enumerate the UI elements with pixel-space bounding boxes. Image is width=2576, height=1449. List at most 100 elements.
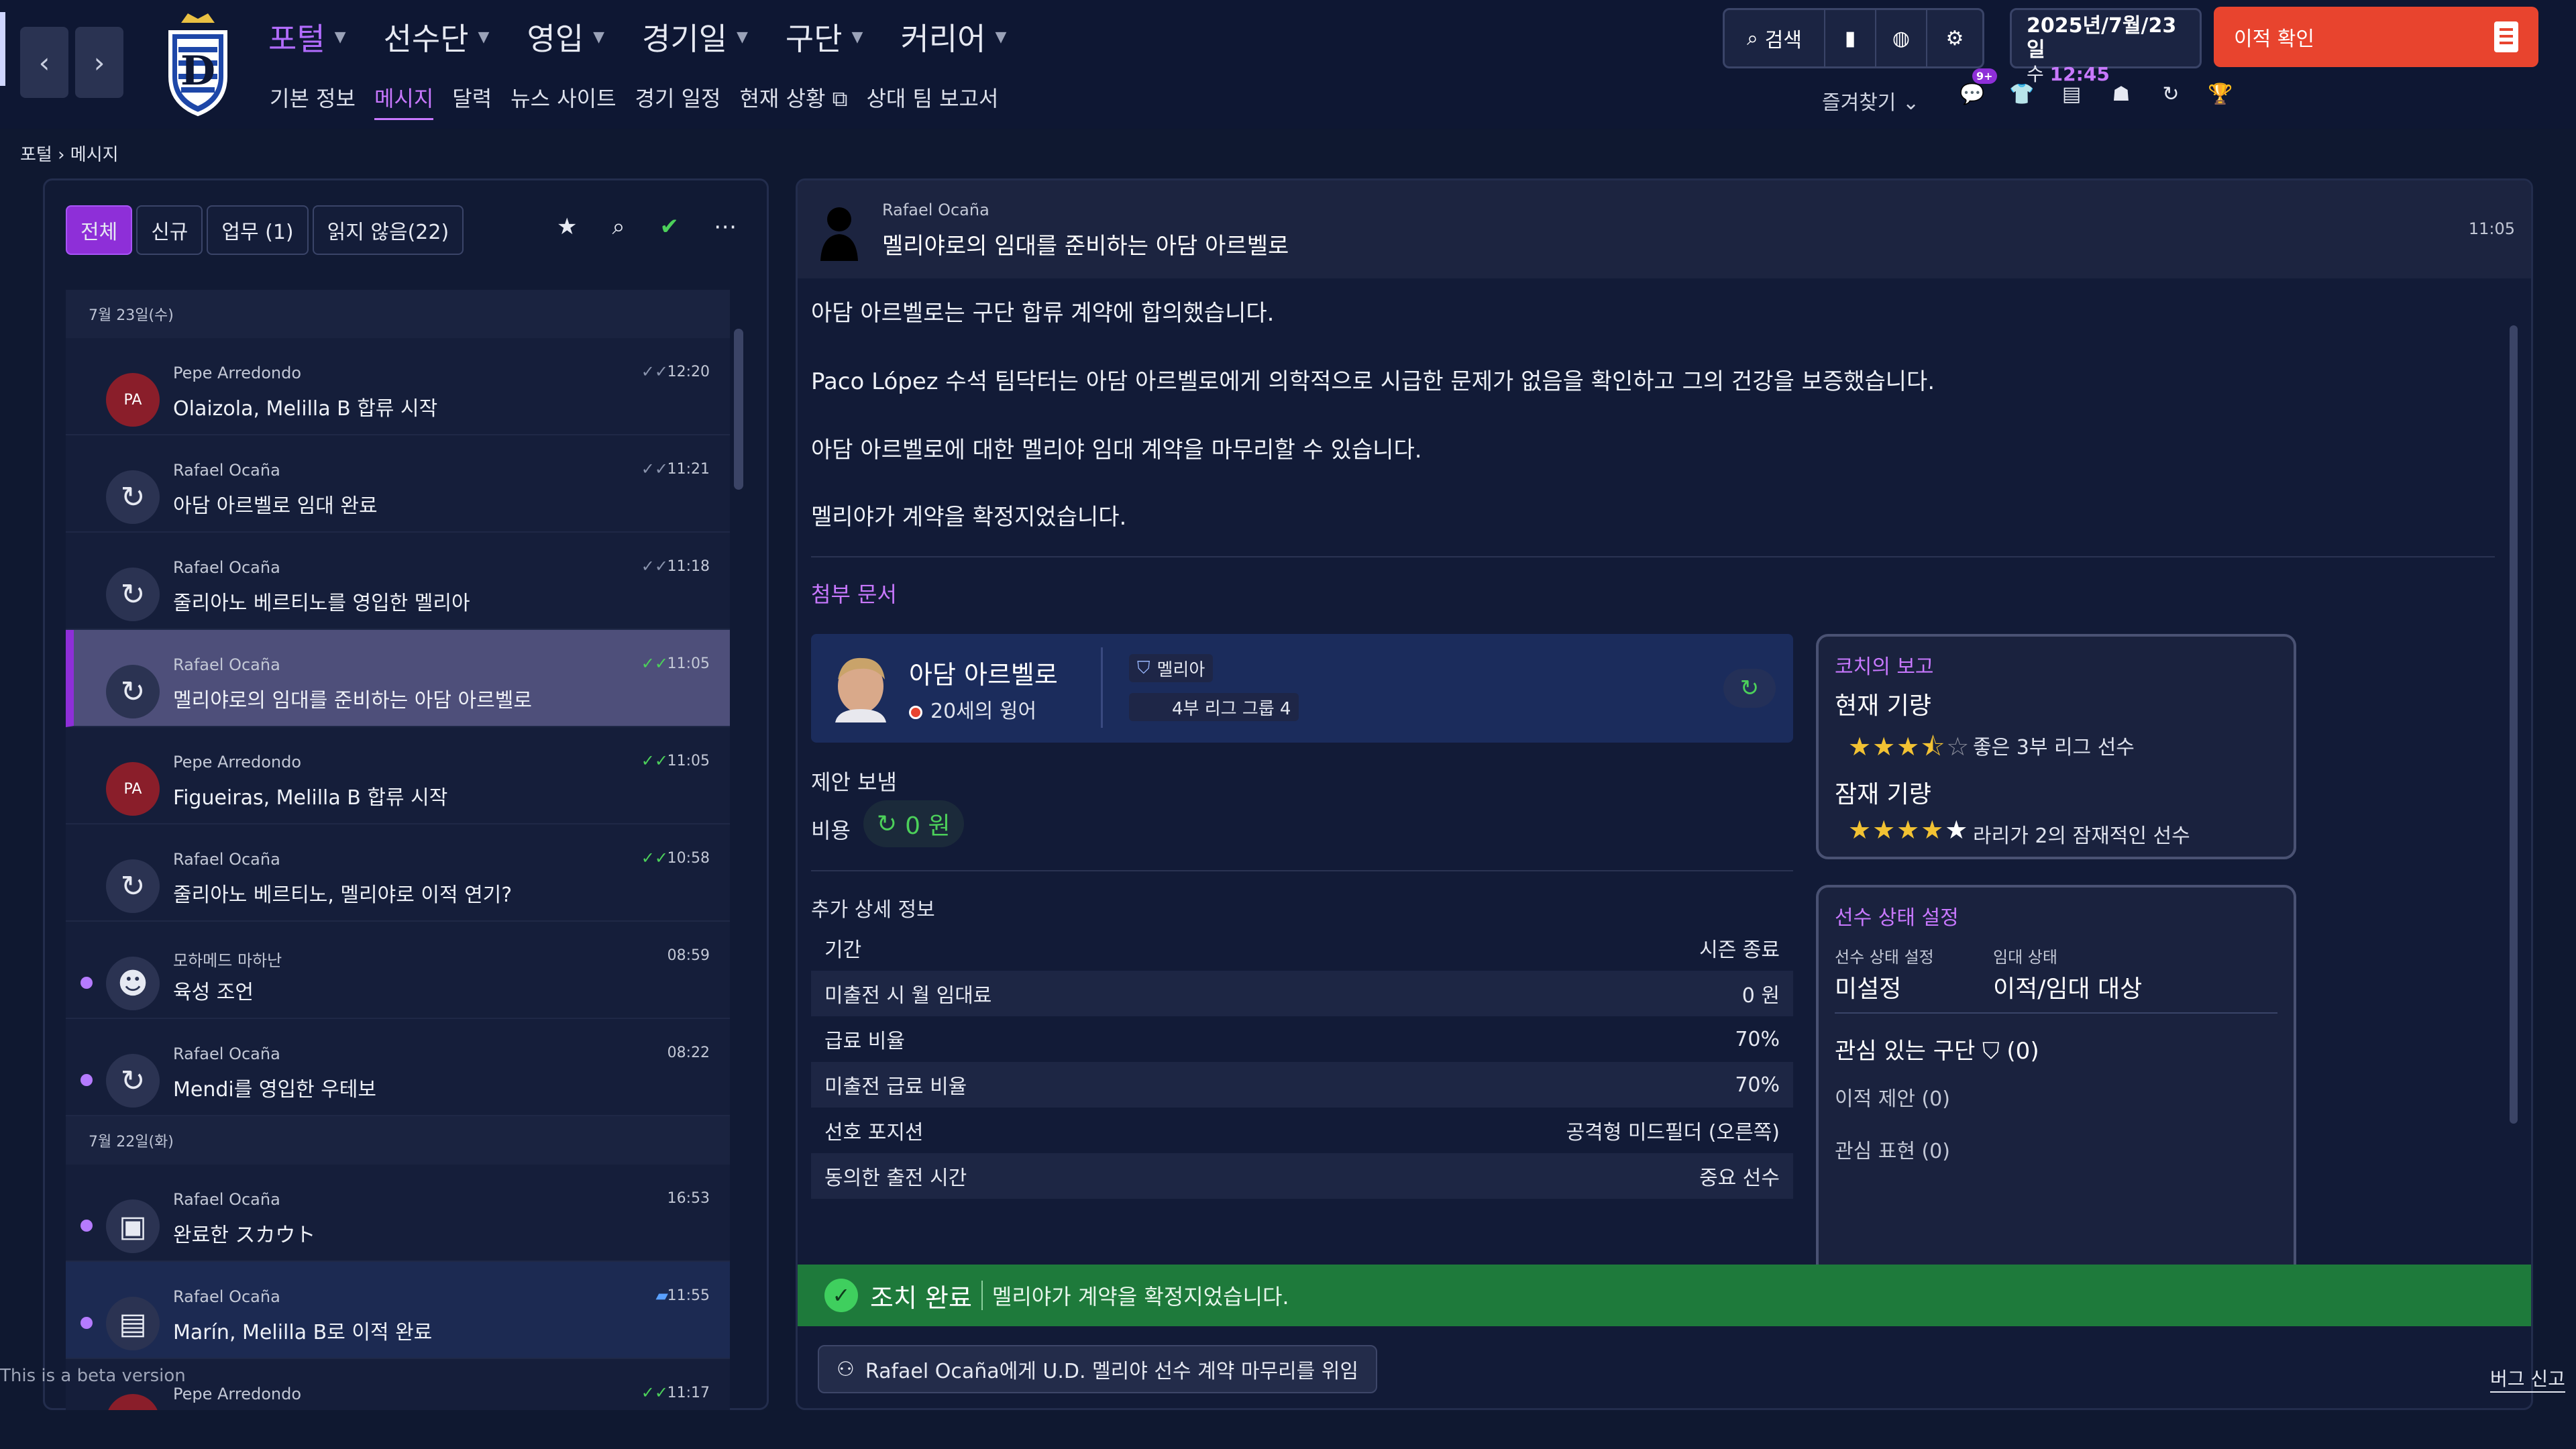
- document-icon: [2494, 21, 2518, 52]
- coach-report: 코치의 보고 현재 기량 ★★★⯪☆ 좋은 3부 리그 선수 잠재 기량 ★★★…: [1816, 634, 2296, 859]
- menu-squad[interactable]: 선수단 ▼: [384, 15, 490, 59]
- done-check-icon: ✓✓: [641, 849, 668, 867]
- current-ability-desc: 좋은 3부 리그 선수: [1973, 736, 2135, 759]
- submenu-status[interactable]: 현재 상황 ⧉: [739, 82, 847, 120]
- delegate-button[interactable]: ⚇ Rafael Ocaña에게 U.D. 멜리야 선수 계약 마무리를 위임: [818, 1345, 1377, 1393]
- submenu-fixtures[interactable]: 경기 일정: [635, 82, 721, 120]
- potential-ability-label: 잠재 기량: [1835, 781, 1931, 808]
- submenu-overview[interactable]: 기본 정보: [270, 82, 356, 120]
- unread-dot: [80, 1220, 93, 1232]
- filter-new[interactable]: 신규: [136, 205, 203, 255]
- list-item-selected[interactable]: ↻ Rafael Ocaña 멜리야로의 임대를 준비하는 아담 아르벨로 ✓✓…: [66, 630, 730, 727]
- filter-tasks[interactable]: 업무 (1): [207, 205, 309, 255]
- sync-icon[interactable]: ↻: [2157, 80, 2184, 107]
- list-item[interactable]: ▣ Rafael Ocaña 완료한 スカウト 16:53: [66, 1165, 730, 1262]
- message-paragraph: 아담 아르벨로에 대한 멜리야 임대 계약을 마무리할 수 있습니다.: [811, 437, 1422, 464]
- player-status-value[interactable]: 미설정: [1835, 969, 1901, 1004]
- search-button[interactable]: ⌕ 검색: [1725, 10, 1825, 66]
- left-accent-strip: [0, 12, 5, 86]
- list-item[interactable]: ↻ Rafael Ocaña Mendi를 영입한 우테보 08:22: [66, 1019, 730, 1116]
- menu-portal[interactable]: 포털 ▼: [268, 15, 346, 59]
- sync-icon: ↻: [106, 568, 160, 621]
- fee-label: 비용: [811, 818, 851, 843]
- club-chip[interactable]: ⛉ 멜리아: [1129, 654, 1214, 682]
- chevron-down-icon: ▼: [334, 28, 346, 46]
- menu-matchday[interactable]: 경기일 ▼: [642, 15, 748, 59]
- settings-button[interactable]: ⚙: [1927, 10, 1982, 66]
- message-time: 10:58: [667, 850, 710, 867]
- trophy-icon[interactable]: 🏆: [2207, 80, 2234, 107]
- check-all-icon[interactable]: ✔: [660, 213, 680, 240]
- chat-icon[interactable]: 💬 9+: [1959, 68, 1997, 107]
- transfer-offers[interactable]: 이적 제안 (0): [1835, 1082, 1950, 1112]
- transfer-confirm-button[interactable]: 이적 확인: [2214, 7, 2538, 67]
- forward-button[interactable]: ›: [75, 27, 123, 98]
- breadcrumb-messages: 메시지: [70, 145, 119, 165]
- staff-icon[interactable]: ☗: [2108, 80, 2135, 107]
- table-row: 미출전 급료 비율 70%: [811, 1062, 1793, 1108]
- filter-all[interactable]: 전체: [66, 205, 133, 255]
- submenu-opponent-report[interactable]: 상대 팀 보고서: [866, 82, 998, 120]
- coach-report-title: 코치의 보고: [1835, 655, 1934, 679]
- list-item[interactable]: ▤ Rafael Ocaña Marín, Melilla B로 이적 완료 ▰…: [66, 1262, 730, 1359]
- delegate-icon: ⚇: [837, 1357, 855, 1381]
- list-item[interactable]: PA Pepe Arredondo Figueiras, Melilla B 합…: [66, 727, 730, 824]
- message-sender: Rafael Ocaña: [173, 655, 280, 674]
- message-sender: Pepe Arredondo: [173, 753, 302, 771]
- filter-unread[interactable]: 읽지 않음(22): [312, 205, 464, 255]
- list-item[interactable]: ↻ Rafael Ocaña 줄리아노 베르티노, 멜리야로 이적 연기? ✓✓…: [66, 824, 730, 922]
- submenu-messages[interactable]: 메시지: [374, 82, 434, 120]
- message-subject: Figueiras, Melilla B 합류 시작: [173, 786, 448, 810]
- player-card[interactable]: 아담 아르벨로 20세의 윙어 ⛉ 멜리아 4부 리그 그룹 4 ↻: [811, 634, 1793, 743]
- interest-shown[interactable]: 관심 표현 (0): [1835, 1134, 1950, 1164]
- favorites-dropdown[interactable]: 즐겨찾기 ⌄: [1822, 86, 1919, 115]
- nationality-flag-icon: [909, 705, 922, 719]
- search-icon[interactable]: ⌕: [612, 213, 625, 240]
- shirt-icon[interactable]: 👕: [2008, 80, 2035, 107]
- list-item[interactable]: ↻ Rafael Ocaña 줄리아노 베르티노를 영입한 멜리아 ✓✓ 11:…: [66, 533, 730, 630]
- back-button[interactable]: ‹: [20, 27, 68, 98]
- message-detail: Rafael Ocaña 멜리야로의 임대를 준비하는 아담 아르벨로 11:0…: [796, 178, 2533, 1410]
- message-list: 7월 23일(수) PA Pepe Arredondo Olaizola, Me…: [66, 290, 730, 1410]
- message-header: Rafael Ocaña 멜리야로의 임대를 준비하는 아담 아르벨로 11:0…: [798, 180, 2531, 278]
- more-icon[interactable]: ⋯: [714, 213, 737, 240]
- list-item[interactable]: ↻ Rafael Ocaña 아담 아르벨로 임대 완료 ✓✓ 11:21: [66, 435, 730, 533]
- unread-dot: [80, 1317, 93, 1329]
- list-scrollbar[interactable]: [734, 329, 743, 490]
- chevron-down-icon: ▼: [995, 28, 1007, 46]
- star-icon[interactable]: ★: [557, 213, 577, 240]
- menu-career[interactable]: 커리어 ▼: [900, 15, 1006, 59]
- tactics-icon[interactable]: ▤: [2058, 80, 2085, 107]
- bookmark-button[interactable]: ▮: [1825, 10, 1876, 66]
- league-chip[interactable]: 4부 리그 그룹 4: [1129, 693, 1299, 721]
- offer-status: 제안 보냄: [811, 769, 897, 795]
- globe-button[interactable]: ◍: [1876, 10, 1927, 66]
- breadcrumb-portal[interactable]: 포털: [20, 145, 52, 165]
- loan-status-value[interactable]: 이적/임대 대상: [1993, 969, 2142, 1004]
- bug-report-link[interactable]: 버그 신고: [2490, 1364, 2565, 1393]
- submenu-calendar[interactable]: 달력: [452, 82, 492, 120]
- done-check-icon: ✓✓: [641, 654, 668, 673]
- beta-notice: This is a beta version: [0, 1366, 186, 1386]
- message-time: 11:17: [667, 1385, 710, 1401]
- list-item[interactable]: ☻ 모하메드 마하난 육성 조언 08:59: [66, 922, 730, 1019]
- sync-icon[interactable]: ↻: [1723, 669, 1776, 708]
- club-crest-icon: ⛉: [1137, 657, 1150, 678]
- club-crest-icon[interactable]: D: [161, 9, 235, 117]
- sub-menu: 기본 정보 메시지 달력 뉴스 사이트 경기 일정 현재 상황 ⧉ 상대 팀 보…: [270, 82, 998, 120]
- attachment-title: 첨부 문서: [811, 582, 897, 607]
- menu-recruitment[interactable]: 영입 ▼: [527, 15, 604, 59]
- menu-club[interactable]: 구단 ▼: [786, 15, 863, 59]
- read-check-icon: ✓✓: [641, 557, 668, 576]
- list-item[interactable]: PA Pepe Arredondo Olaizola, Melilla B 합류…: [66, 338, 730, 435]
- date-display[interactable]: 2025년/7월/23일 수 12:45: [2010, 8, 2202, 85]
- external-link-icon: ⧉: [832, 86, 848, 111]
- shield-icon: ⛉: [1982, 1038, 2000, 1065]
- player-name[interactable]: 아담 아르벨로: [909, 654, 1058, 691]
- submenu-news[interactable]: 뉴스 사이트: [511, 82, 616, 120]
- detail-scrollbar[interactable]: [2510, 325, 2518, 1124]
- message-subject: 아담 아르벨로 임대 완료: [173, 494, 378, 518]
- table-row: 미출전 시 월 임대료 0 원: [811, 971, 1793, 1016]
- message-subject: 줄리아노 베르티노, 멜리야로 이적 연기?: [173, 883, 513, 907]
- chevron-down-icon: ▼: [736, 28, 748, 46]
